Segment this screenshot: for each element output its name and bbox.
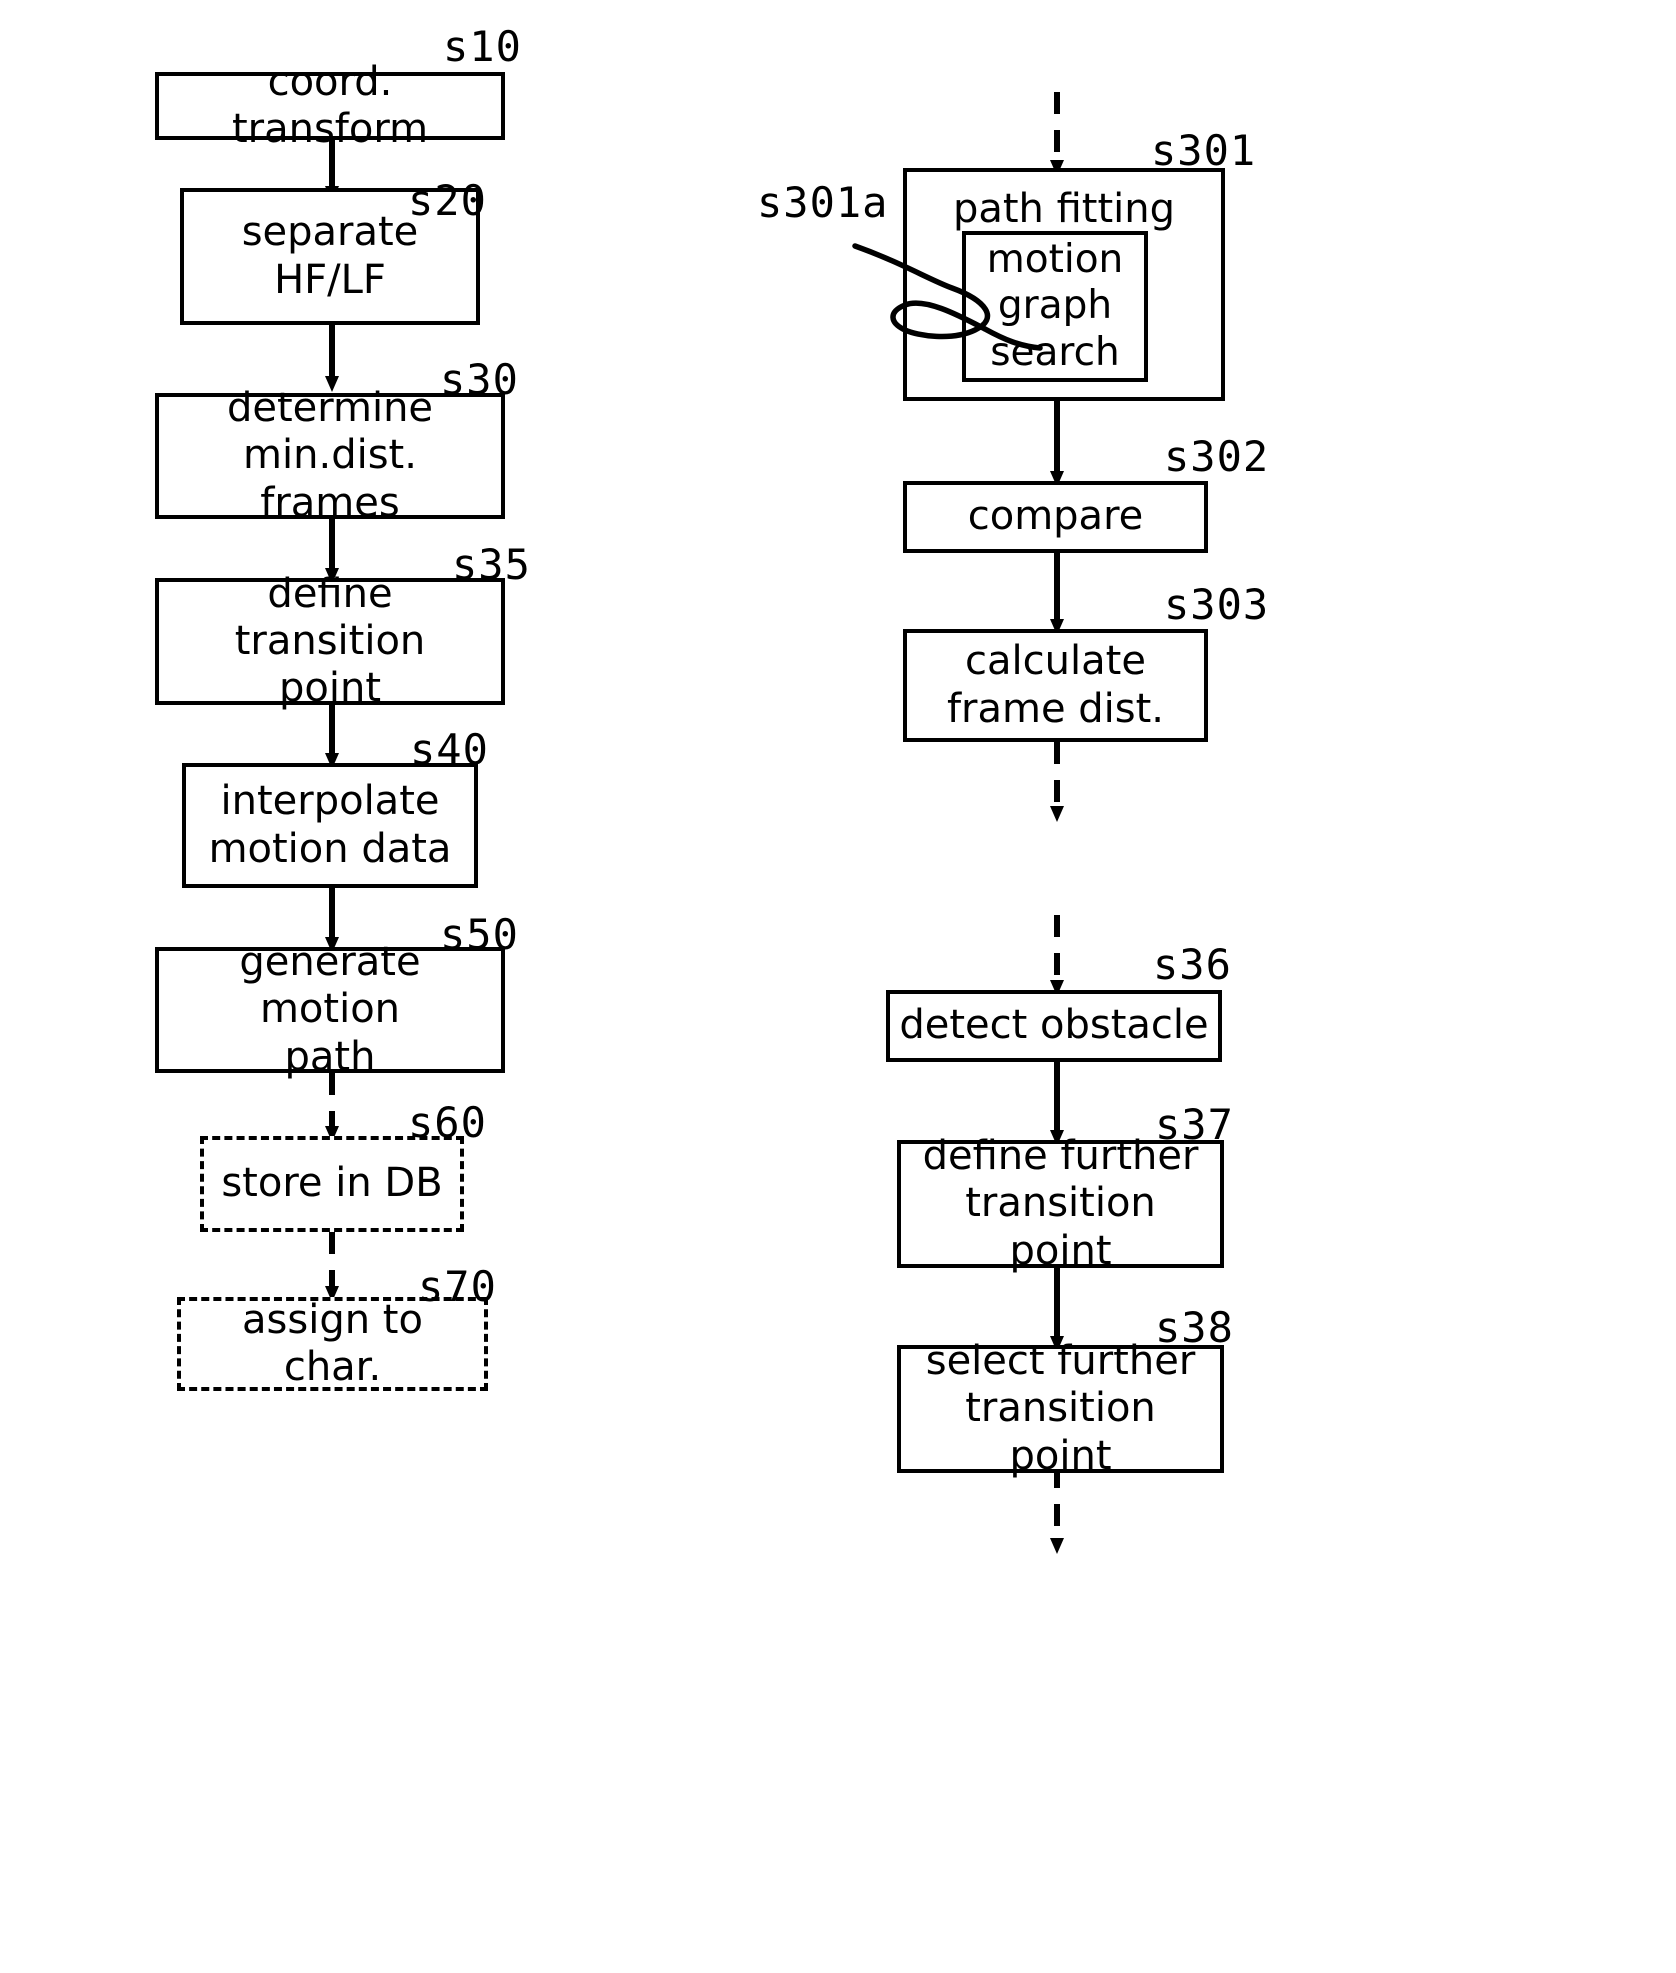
node-s70[interactable]: assign to char. [177, 1297, 488, 1391]
node-s20-label: separate HF/LF [241, 209, 419, 303]
node-s50[interactable]: generate motion path [155, 939, 505, 1080]
node-s301a[interactable]: motion graph search [962, 231, 1148, 382]
node-s301a-label: motion graph search [986, 237, 1124, 375]
node-s50-label: generate motion path [239, 939, 421, 1080]
node-s10[interactable]: coord. transform [155, 59, 505, 152]
node-s38[interactable]: select further transition point [897, 1338, 1224, 1479]
node-s37[interactable]: define further transition point [897, 1133, 1224, 1274]
node-s35-label: define transition point [234, 570, 426, 712]
step-tag-s60: s60 [408, 1098, 487, 1147]
node-s38-label: select further transition point [925, 1338, 1196, 1479]
step-tag-s36: s36 [1153, 940, 1232, 989]
node-s30-label: determine min.dist. frames [226, 385, 434, 526]
leader-tag-s301a: s301a [757, 178, 889, 227]
node-s40[interactable]: interpolate motion data [182, 763, 478, 888]
step-tag-s30: s30 [440, 355, 519, 404]
step-tag-s20: s20 [408, 176, 487, 225]
node-s302[interactable]: compare [903, 481, 1208, 553]
node-s301-label: path fitting [952, 186, 1176, 232]
step-tag-s35: s35 [452, 540, 531, 589]
node-s36[interactable]: detect obstacle [886, 990, 1222, 1062]
node-s60[interactable]: store in DB [200, 1136, 464, 1232]
step-tag-s10: s10 [443, 22, 522, 71]
step-tag-s301: s301 [1151, 126, 1257, 175]
step-tag-s38: s38 [1155, 1303, 1234, 1352]
node-s30[interactable]: determine min.dist. frames [155, 385, 505, 526]
node-s303-label: calculate frame dist. [946, 638, 1165, 732]
step-tag-s70: s70 [418, 1262, 497, 1311]
node-s36-label: detect obstacle [899, 1002, 1209, 1049]
node-s35[interactable]: define transition point [155, 571, 505, 711]
node-s37-label: define further transition point [922, 1133, 1199, 1274]
node-s40-label: interpolate motion data [208, 778, 452, 872]
node-s10-label: coord. transform [231, 58, 429, 152]
step-tag-s37: s37 [1155, 1100, 1234, 1149]
node-s303[interactable]: calculate frame dist. [903, 629, 1208, 742]
step-tag-s303: s303 [1164, 580, 1270, 629]
flowchart-figure: coord. transform s10 separate HF/LF s20 … [0, 0, 1676, 1973]
step-tag-s50: s50 [440, 910, 519, 959]
step-tag-s40: s40 [410, 725, 489, 774]
step-tag-s302: s302 [1164, 432, 1270, 481]
node-s302-label: compare [967, 493, 1144, 540]
node-s60-label: store in DB [221, 1160, 443, 1207]
